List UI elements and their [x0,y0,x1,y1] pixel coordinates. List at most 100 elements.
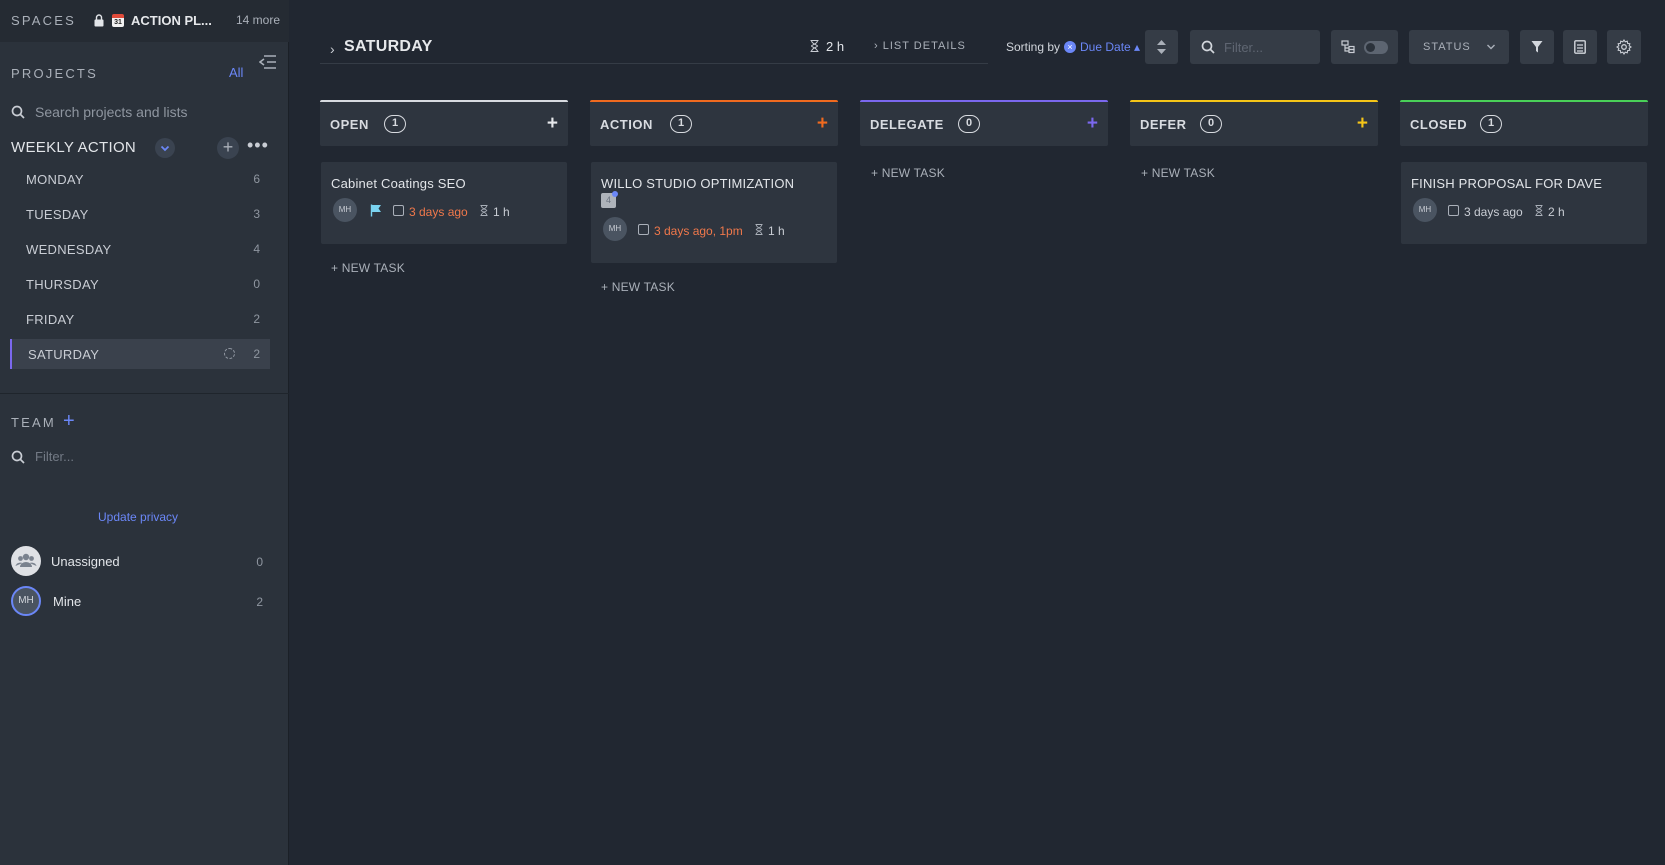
sidebar-item-monday[interactable]: MONDAY 6 [10,164,270,194]
column-title: DEFER [1140,117,1187,132]
project-search-placeholder[interactable]: Search projects and lists [35,104,188,120]
team-filter-placeholder[interactable]: Filter... [35,449,74,464]
sort-direction-button[interactable] [1145,30,1178,64]
project-search[interactable]: Search projects and lists [11,104,188,120]
divider [0,393,289,394]
search-icon [1201,40,1215,54]
column-open: OPEN 1 + Cabinet Coatings SEO MH 3 days … [320,100,568,275]
task-card[interactable]: FINISH PROPOSAL FOR DAVE MH 3 days ago 2… [1401,162,1647,244]
add-task-button[interactable]: + [1087,113,1098,135]
task-title[interactable]: Cabinet Coatings SEO [331,176,466,191]
new-task-button[interactable]: + NEW TASK [1141,166,1215,180]
sidebar-item-label: TUESDAY [26,207,89,222]
more-spaces-link[interactable]: 14 more [236,13,280,27]
user-mine[interactable]: MH Mine 2 [11,586,263,616]
chevron-down-icon[interactable] [155,138,175,158]
sidebar-item-count: 4 [253,242,260,256]
subtasks-toggle-switch[interactable] [1364,41,1388,54]
user-unassigned[interactable]: Unassigned 0 [11,546,263,576]
task-title[interactable]: WILLO STUDIO OPTIMIZATION [601,176,794,191]
user-count: 0 [256,555,263,569]
settings-button[interactable] [1607,30,1641,64]
add-task-button[interactable]: + [1357,113,1368,135]
sidebar-item-tuesday[interactable]: TUESDAY 3 [10,199,270,229]
column-title: DELEGATE [870,117,944,132]
avatar: MH [11,586,41,616]
column-header: OPEN 1 + [320,100,568,146]
folder-weekly-action[interactable]: WEEKLY ACTION + ••• [11,135,271,159]
search-icon [11,450,25,464]
time-estimate[interactable]: 1 h [493,205,510,219]
sidebar-item-wednesday[interactable]: WEDNESDAY 4 [10,234,270,264]
folder-name[interactable]: WEEKLY ACTION [11,139,136,156]
save-view-button[interactable] [1563,30,1597,64]
column-header: DELEGATE 0 + [860,100,1108,146]
task-card[interactable]: WILLO STUDIO OPTIMIZATION 4 MH 3 days ag… [591,162,837,263]
add-task-button[interactable]: + [547,113,558,135]
projects-label: PROJECTS [11,66,98,81]
time-estimate[interactable]: 1 h [768,224,785,238]
funnel-icon [1531,41,1543,53]
all-projects-link[interactable]: All [229,65,243,80]
sorting-label: Sorting by [1006,40,1061,54]
sidebar-item-label: MONDAY [26,172,84,187]
due-date[interactable]: 3 days ago [409,205,468,219]
task-title[interactable]: FINISH PROPOSAL FOR DAVE [1411,176,1602,191]
chevron-down-icon [1487,44,1495,50]
sidebar-item-count: 2 [253,347,260,361]
column-header: ACTION 1 + [590,100,838,146]
column-title: CLOSED [1410,117,1468,132]
clear-sort-icon[interactable]: × [1064,41,1076,53]
new-task-button[interactable]: + NEW TASK [331,261,405,275]
save-icon [1574,40,1586,54]
status-group-button[interactable]: STATUS [1409,30,1509,64]
user-name: Unassigned [51,554,120,569]
sidebar-item-label: WEDNESDAY [26,242,112,257]
column-defer: DEFER 0 + + NEW TASK [1130,100,1378,180]
avatar[interactable]: MH [603,217,627,241]
column-header: CLOSED 1 [1400,100,1648,146]
sort-arrows-icon [1157,40,1166,54]
search-icon [11,105,25,119]
current-space-name[interactable]: ACTION PL... [131,13,212,28]
due-date[interactable]: 3 days ago, 1pm [654,224,743,238]
user-name: Mine [53,594,82,609]
time-estimate[interactable]: 2 h [1548,205,1565,219]
spaces-bar[interactable]: SPACES 31 ACTION PL... 14 more [0,0,289,42]
team-filter[interactable]: Filter... [11,449,74,464]
add-list-button[interactable]: + [217,137,239,159]
sidebar-item-count: 2 [253,312,260,326]
hourglass-icon [810,40,819,52]
sidebar-item-saturday[interactable]: SATURDAY 2 [10,339,270,369]
breadcrumb-chevron-icon[interactable]: › [330,41,335,57]
list-details-link[interactable]: › LIST DETAILS [874,40,966,52]
column-count-badge: 0 [1200,115,1222,133]
folder-more-icon[interactable]: ••• [247,135,269,156]
collapse-sidebar-icon[interactable] [259,54,277,70]
sidebar: SPACES 31 ACTION PL... 14 more PROJECTS … [0,0,289,865]
priority-flag-icon[interactable] [370,204,382,217]
filter-button[interactable] [1520,30,1554,64]
sidebar-item-thursday[interactable]: THURSDAY 0 [10,269,270,299]
column-count-badge: 1 [384,115,406,133]
add-team-member-button[interactable]: + [63,410,75,433]
board-filter-placeholder[interactable]: Filter... [1224,40,1263,55]
user-count: 2 [256,595,263,609]
avatar[interactable]: MH [333,198,357,222]
board-filter-input[interactable]: Filter... [1190,30,1320,64]
new-task-button[interactable]: + NEW TASK [601,280,675,294]
hourglass-icon [480,205,488,216]
sidebar-item-friday[interactable]: FRIDAY 2 [10,304,270,334]
calendar-icon [1448,205,1459,216]
new-task-button[interactable]: + NEW TASK [871,166,945,180]
task-card[interactable]: Cabinet Coatings SEO MH 3 days ago 1 h [321,162,567,244]
status-progress-icon [224,348,235,359]
avatar[interactable]: MH [1413,198,1437,222]
team-label: TEAM [11,415,56,430]
sort-field[interactable]: Due Date ▴ [1080,40,1140,54]
due-date[interactable]: 3 days ago [1464,205,1523,219]
subtasks-icon [1341,40,1355,54]
update-privacy-link[interactable]: Update privacy [98,510,178,524]
add-task-button[interactable]: + [817,113,828,135]
sidebar-item-count: 6 [253,172,260,186]
